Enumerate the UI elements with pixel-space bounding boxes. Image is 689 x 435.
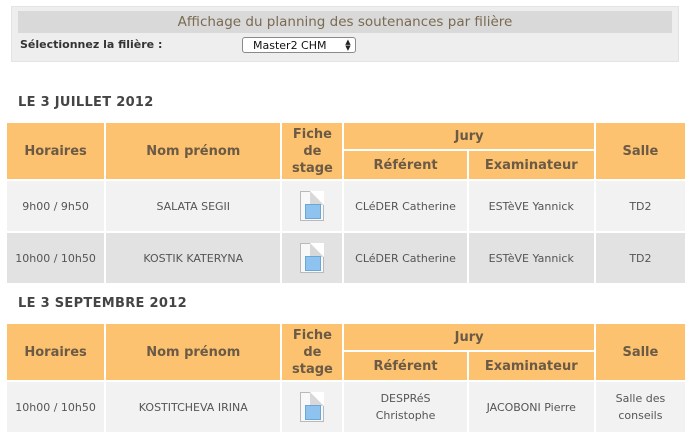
cell-fiche: [282, 233, 343, 283]
cell-salle: TD2: [595, 233, 685, 283]
cell-salle: Salle des conseils: [595, 382, 685, 432]
col-header-horaires: Horaires: [7, 123, 105, 179]
col-header-referent: Référent: [344, 352, 467, 380]
cell-referent-line: DESPRéS: [380, 392, 431, 405]
col-header-fiche-line: Fiche: [292, 327, 332, 343]
document-icon[interactable]: [300, 243, 325, 273]
cell-nom: SALATA SEGII: [106, 181, 281, 231]
cell-referent: CLéDER Catherine: [344, 181, 467, 231]
col-header-jury: Jury: [344, 123, 594, 149]
cell-referent: CLéDER Catherine: [344, 233, 467, 283]
cell-salle: TD2: [595, 181, 685, 231]
filiere-select[interactable]: Master2 CHM ▲ ▼: [242, 37, 356, 53]
cell-horaire: 9h00 / 9h50: [7, 181, 105, 231]
col-header-nom: Nom prénom: [106, 324, 281, 380]
col-header-fiche: Fiche de stage: [282, 324, 343, 380]
col-header-fiche-line: de: [303, 143, 322, 159]
col-header-examinateur: Examinateur: [468, 151, 594, 179]
col-header-fiche-line: stage: [292, 160, 333, 176]
section-title: LE 3 JUILLET 2012: [18, 95, 154, 110]
filter-panel: Affichage du planning des soutenances pa…: [11, 6, 679, 62]
cell-salle-line: Salle des: [615, 392, 666, 405]
col-header-fiche-line: de: [303, 344, 322, 360]
document-icon[interactable]: [300, 392, 325, 422]
page-title: Affichage du planning des soutenances pa…: [18, 11, 672, 33]
col-header-fiche: Fiche de stage: [282, 123, 343, 179]
filter-label: Sélectionnez la filière :: [20, 38, 163, 51]
cell-nom: KOSTITCHEVA IRINA: [106, 382, 281, 432]
planning-table: Horaires Nom prénom Fiche de stage Jury …: [5, 322, 687, 434]
col-header-fiche-line: Fiche: [292, 126, 332, 142]
cell-fiche: [282, 181, 343, 231]
col-header-salle: Salle: [595, 324, 685, 380]
filiere-select-value: Master2 CHM: [253, 39, 327, 52]
cell-nom: KOSTIK KATERYNA: [106, 233, 281, 283]
col-header-fiche-line: stage: [292, 361, 333, 377]
table-row: 9h00 / 9h50 SALATA SEGII CLéDER Catherin…: [7, 181, 685, 231]
cell-horaire: 10h00 / 10h50: [7, 233, 105, 283]
col-header-nom: Nom prénom: [106, 123, 281, 179]
table-row: 10h00 / 10h50 KOSTIK KATERYNA CLéDER Cat…: [7, 233, 685, 283]
cell-examinateur: ESTèVE Yannick: [468, 233, 594, 283]
cell-examinateur: ESTèVE Yannick: [468, 181, 594, 231]
planning-table: Horaires Nom prénom Fiche de stage Jury …: [5, 121, 687, 285]
col-header-referent: Référent: [344, 151, 467, 179]
cell-referent-line: Christophe: [375, 409, 436, 422]
cell-horaire: 10h00 / 10h50: [7, 382, 105, 432]
cell-referent: DESPRéS Christophe: [344, 382, 467, 432]
cell-fiche: [282, 382, 343, 432]
col-header-horaires: Horaires: [7, 324, 105, 380]
document-icon[interactable]: [300, 191, 325, 221]
section-title: LE 3 SEPTEMBRE 2012: [18, 296, 187, 311]
table-row: 10h00 / 10h50 KOSTITCHEVA IRINA DESPRéS …: [7, 382, 685, 432]
col-header-jury: Jury: [344, 324, 594, 350]
cell-salle-line: conseils: [618, 409, 663, 422]
col-header-examinateur: Examinateur: [468, 352, 594, 380]
col-header-salle: Salle: [595, 123, 685, 179]
select-arrows-icon: ▲ ▼: [345, 38, 351, 52]
cell-examinateur: JACOBONI Pierre: [468, 382, 594, 432]
